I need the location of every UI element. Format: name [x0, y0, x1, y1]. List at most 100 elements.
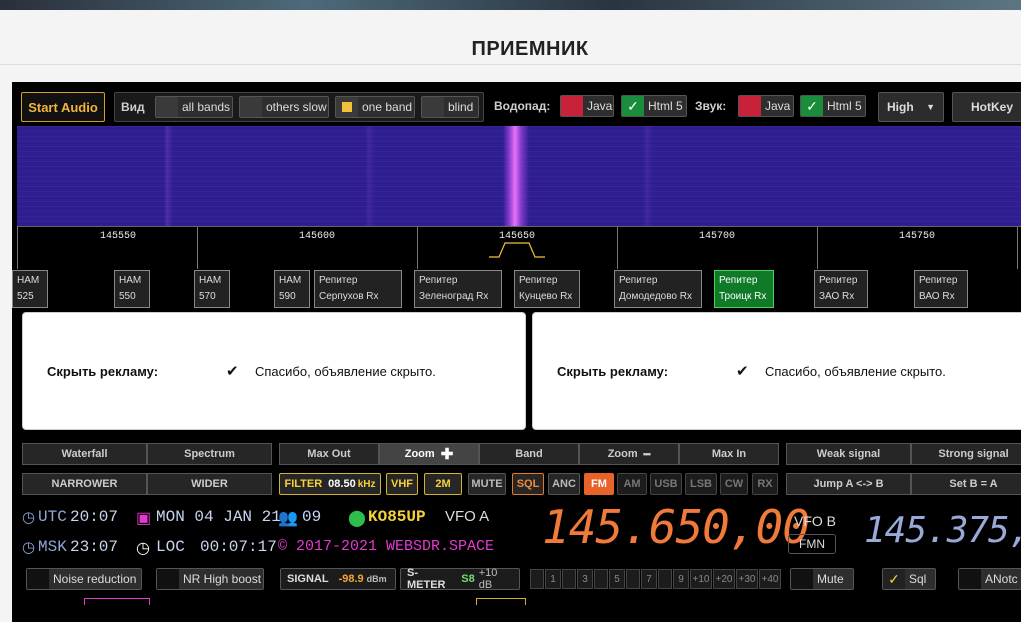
- loc-label: LOC: [156, 538, 185, 556]
- view-blind-label: blind: [448, 100, 474, 114]
- s-scale-key: 1: [545, 569, 561, 589]
- vfo-a-frequency[interactable]: 145.650,00: [542, 500, 810, 554]
- sql-button[interactable]: SQL: [512, 473, 544, 495]
- repeater-marker[interactable]: Репитер Домодедово Rx: [614, 270, 702, 308]
- hotkey-button[interactable]: HotKey: [952, 92, 1021, 122]
- mode-rx-button[interactable]: RX: [752, 473, 778, 495]
- copyright: © 2017-2021 WEBSDR.SPACE: [278, 538, 495, 555]
- max-in-button[interactable]: Max In: [679, 443, 779, 465]
- sound-html5-label: Html 5: [827, 99, 862, 113]
- marker-title: Репитер: [619, 275, 658, 286]
- anc-button[interactable]: ANC: [548, 473, 580, 495]
- vfo-b-frequency[interactable]: 145.375,00: [864, 510, 1021, 551]
- strong-signal-button[interactable]: Strong signal: [911, 443, 1021, 465]
- hide-ad-label: Скрыть рекламу:: [557, 364, 669, 379]
- scale-tick: [417, 227, 418, 269]
- vfo-b-mode[interactable]: FMN: [788, 534, 836, 554]
- repeater-marker[interactable]: Репитер Кунцево Rx: [514, 270, 580, 308]
- users-count: 09: [302, 508, 322, 526]
- narrower-button[interactable]: NARROWER: [22, 473, 147, 495]
- hide-ad-label: Скрыть рекламу:: [47, 364, 159, 379]
- waterfall-html5-toggle[interactable]: ✓ Html 5: [621, 95, 687, 117]
- s-scale-key: [594, 569, 608, 589]
- scale-label: 145750: [896, 231, 938, 242]
- view-one-band-label: one band: [362, 100, 413, 114]
- repeater-marker-active[interactable]: Репитер Троицк Rx: [714, 270, 774, 308]
- repeater-marker[interactable]: Репитер Серпухов Rx: [314, 270, 402, 308]
- jump-ab-button[interactable]: Jump A <-> B: [786, 473, 911, 495]
- waterfall-button[interactable]: Waterfall: [22, 443, 147, 465]
- view-one-band-toggle[interactable]: one band: [335, 96, 415, 118]
- marker-title: Репитер: [819, 275, 858, 286]
- mute-toggle[interactable]: Mute: [790, 568, 854, 590]
- marker-label: ЗАО Rx: [819, 291, 855, 302]
- max-out-button[interactable]: Max Out: [279, 443, 379, 465]
- zoom-out-button[interactable]: Zoom ━: [579, 443, 679, 465]
- band-button[interactable]: Band: [479, 443, 579, 465]
- quality-value: High: [887, 100, 914, 114]
- nr-high-boost-toggle[interactable]: NR High boost: [156, 568, 264, 590]
- set-b-equals-a-button[interactable]: Set B = A: [911, 473, 1021, 495]
- marker-title: HAM: [199, 275, 222, 286]
- s-scale-key: 5: [609, 569, 625, 589]
- wider-button[interactable]: WIDER: [147, 473, 272, 495]
- band-marker[interactable]: HAM 590: [274, 270, 310, 308]
- start-audio-button[interactable]: Start Audio: [21, 92, 105, 122]
- location-pin-icon: ⬤: [348, 510, 366, 528]
- receiver-panel: Start Audio Вид all bands others slow on…: [12, 82, 1021, 622]
- marker-label: Серпухов Rx: [319, 291, 379, 302]
- noise-reduction-label: Noise reduction: [53, 572, 137, 586]
- mode-am-button[interactable]: AM: [617, 473, 647, 495]
- waterfall-display[interactable]: [17, 126, 1021, 226]
- current-date: MON 04 JAN 21: [156, 508, 281, 526]
- scale-tick: [17, 227, 18, 269]
- view-blind-toggle[interactable]: blind: [421, 96, 479, 118]
- signal-meter: SIGNAL -98.9 dBm: [280, 568, 396, 590]
- s-scale-key: +40: [759, 569, 781, 589]
- anotch-toggle[interactable]: ANotc: [958, 568, 1021, 590]
- scale-tick: [617, 227, 618, 269]
- msk-label: MSK: [38, 538, 67, 556]
- mode-lsb-button[interactable]: LSB: [685, 473, 717, 495]
- band-marker[interactable]: HAM 525: [12, 270, 48, 308]
- spectrum-button[interactable]: Spectrum: [147, 443, 272, 465]
- msk-time: 23:07: [70, 538, 119, 556]
- waterfall-java-toggle[interactable]: Java: [560, 95, 614, 117]
- band-marker[interactable]: HAM 570: [194, 270, 230, 308]
- frequency-scale[interactable]: 145550 145600 145650 145700 145750: [17, 226, 1021, 269]
- scale-tick: [1017, 227, 1018, 269]
- s-scale-key: +30: [736, 569, 758, 589]
- view-others-slow-toggle[interactable]: others slow: [239, 96, 329, 118]
- mute-filter-button[interactable]: MUTE: [468, 473, 506, 495]
- ad-block: Скрыть рекламу: ✔ Спасибо, объявление ск…: [532, 312, 1021, 430]
- noise-reduction-toggle[interactable]: Noise reduction: [26, 568, 142, 590]
- weak-signal-button[interactable]: Weak signal: [786, 443, 911, 465]
- zoom-in-button[interactable]: Zoom ✚: [379, 443, 479, 465]
- repeater-marker[interactable]: Репитер Зеленоград Rx: [414, 270, 502, 308]
- repeater-marker[interactable]: Репитер ЗАО Rx: [814, 270, 868, 308]
- sql-toggle[interactable]: ✓ Sql: [882, 568, 936, 590]
- s-scale-key: [626, 569, 640, 589]
- tuning-filter-marker[interactable]: [489, 241, 545, 259]
- clock-icon: ◷: [22, 540, 36, 557]
- marker-label: Кунцево Rx: [519, 291, 573, 302]
- quality-select[interactable]: High ▼: [878, 92, 944, 122]
- band-marker[interactable]: HAM 550: [114, 270, 150, 308]
- mode-cw-button[interactable]: CW: [720, 473, 748, 495]
- band-2m-button[interactable]: 2M: [424, 473, 462, 495]
- repeater-marker[interactable]: Репитер ВАО Rx: [914, 270, 968, 308]
- vhf-button[interactable]: VHF: [386, 473, 418, 495]
- sound-html5-toggle[interactable]: ✓ Html 5: [800, 95, 866, 117]
- view-all-bands-toggle[interactable]: all bands: [155, 96, 233, 118]
- marker-title: Репитер: [319, 275, 358, 286]
- check-icon: ✔: [736, 363, 749, 380]
- utc-time: 20:07: [70, 508, 119, 526]
- sound-java-toggle[interactable]: Java: [738, 95, 794, 117]
- s-meter-value: S8: [461, 573, 475, 585]
- signal-unit: dBm: [366, 574, 387, 584]
- filter-unit: kHz: [357, 478, 376, 490]
- mode-usb-button[interactable]: USB: [650, 473, 682, 495]
- mode-fm-button[interactable]: FM: [584, 473, 614, 495]
- signal-label: SIGNAL: [287, 573, 329, 585]
- vfo-a-label: VFO A: [445, 508, 490, 525]
